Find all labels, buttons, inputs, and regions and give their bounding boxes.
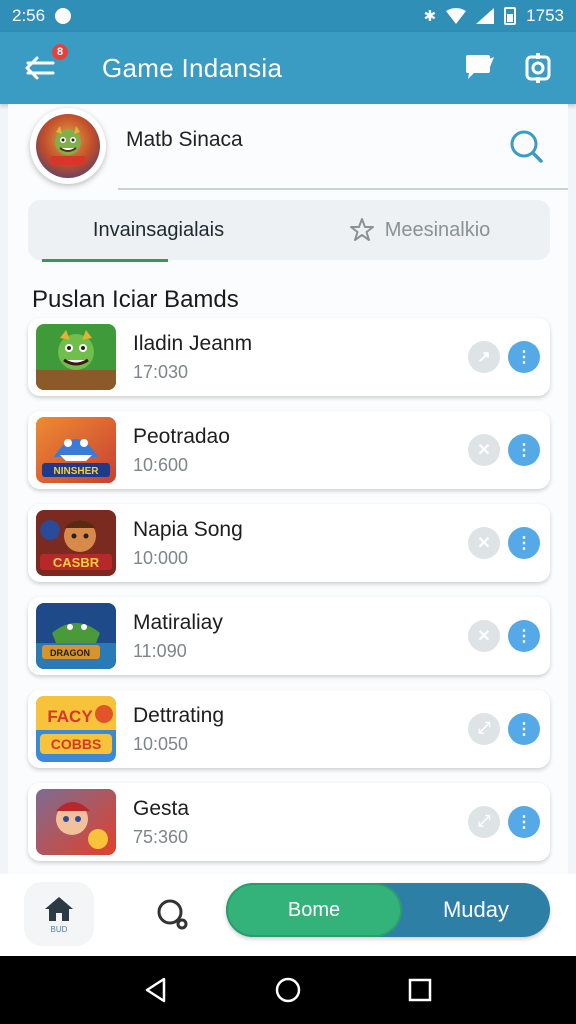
expand-icon: ⤢ [477,720,491,737]
search-icon [157,899,188,930]
game-title: Napia Song [133,517,243,541]
game-subtitle: 11:090 [133,640,187,661]
chat-button[interactable] [464,52,496,84]
system-nav-bar [0,956,576,1024]
tab-primary[interactable]: Invainsagialais [28,200,289,262]
section-title: Puslan Iciar Bamds [32,286,239,313]
status-right-text: 1753 [526,6,564,25]
page-title: Game Indansia [102,52,283,83]
info-icon: ⋮ [516,349,532,366]
game-title: Gesta [133,796,190,820]
tab-secondary[interactable]: Meesinalkio [289,200,550,260]
game-title: Iladin Jeanm [133,331,253,355]
divider [118,188,568,190]
tab-bar: Invainsagialais Meesinalkio [28,200,550,262]
app-bar: 8 Game Indansia [0,32,576,104]
svg-text:FACY: FACY [47,707,93,726]
gear-icon [525,53,551,83]
info-button[interactable]: ⋮ [508,434,540,466]
list-item[interactable]: FACY COBBS Dettrating 10:050 ⤢ ⋮ [28,690,550,768]
battery-icon [504,7,517,25]
game-subtitle: 10:000 [133,547,189,568]
status-bar: 2:56 ✱ 1753 [0,0,576,32]
notification-badge: 8 [50,42,70,62]
info-icon: ⋮ [516,814,532,831]
game-title: Matiraliay [133,610,223,634]
profile-header: Matb Sinaca [8,104,568,192]
close-button[interactable]: ✕ [468,620,500,652]
green-dragon-icon [36,324,116,390]
main-content: Matb Sinaca Invainsagialais Meesinalkio … [8,104,568,876]
bluetooth-icon: ✱ [423,8,437,25]
segment-bome[interactable]: Bome [226,883,402,937]
info-button[interactable]: ⋮ [508,806,540,838]
home-icon [45,896,73,921]
close-icon: ✕ [477,535,491,552]
chat-icon [466,55,494,79]
candy-cobbs-icon: FACY COBBS [36,696,116,762]
game-list: Iladin Jeanm 17:030 ↗ ⋮ NINSHER Peotrada… [28,318,550,876]
game-subtitle: 17:030 [133,361,189,382]
game-subtitle: 10:050 [133,733,189,754]
close-icon: ✕ [477,442,491,459]
list-item[interactable]: DRAGON Matiraliay 11:090 ✕ ⋮ [28,597,550,675]
svg-text:CASBR: CASBR [53,555,100,570]
expand-button[interactable]: ⤢ [468,713,500,745]
expand-icon: ⤢ [477,813,491,830]
expand-button[interactable]: ⤢ [468,806,500,838]
info-icon: ⋮ [516,628,532,645]
svg-text:COBBS: COBBS [51,736,102,752]
back-triangle-icon[interactable] [142,976,170,1004]
wifi-icon [446,8,467,24]
home-circle-icon[interactable] [274,976,302,1004]
info-icon: ⋮ [516,535,532,552]
crocodile-icon: DRAGON [36,603,116,669]
info-button[interactable]: ⋮ [508,527,540,559]
tab-label: Meesinalkio [384,218,491,241]
segment-muday[interactable]: Muday [402,883,550,937]
blue-shark-icon: NINSHER [36,417,116,483]
game-title: Peotradao [133,424,230,448]
status-time: 2:56 [12,6,46,25]
info-button[interactable]: ⋮ [508,713,540,745]
caesar-knight-icon: CASBR [36,510,116,576]
game-subtitle: 75:360 [133,826,189,847]
star-icon [349,218,374,241]
share-button[interactable]: ↗ [468,341,500,373]
hero-boy-icon [36,789,116,855]
search-button[interactable] [504,124,548,168]
svg-text:NINSHER: NINSHER [53,466,99,477]
info-button[interactable]: ⋮ [508,620,540,652]
tab-label: Invainsagialais [92,218,225,241]
list-item[interactable]: CASBR Napia Song 10:000 ✕ ⋮ [28,504,550,582]
list-item[interactable]: Iladin Jeanm 17:030 ↗ ⋮ [28,318,550,396]
info-icon: ⋮ [516,442,532,459]
nav-search[interactable] [150,892,194,936]
game-title: Dettrating [133,703,225,727]
svg-text:DRAGON: DRAGON [50,648,90,658]
search-icon [510,130,543,163]
settings-button[interactable] [522,52,554,84]
signal-icon [476,8,495,24]
info-button[interactable]: ⋮ [508,341,540,373]
info-icon: ⋮ [516,721,532,738]
profile-name: Matb Sinaca [126,128,243,151]
close-icon: ✕ [477,628,491,645]
close-button[interactable]: ✕ [468,434,500,466]
list-item[interactable]: Gesta 75:360 ⤢ ⋮ [28,783,550,861]
nav-home[interactable]: BUD [24,882,94,946]
recents-square-icon[interactable] [406,976,434,1004]
close-button[interactable]: ✕ [468,527,500,559]
back-button[interactable]: 8 [0,32,80,104]
avatar[interactable] [30,108,106,184]
dragon-avatar-icon [50,126,86,165]
game-subtitle: 10:600 [133,454,189,475]
segmented-control: Bome Muday [226,883,550,937]
list-item[interactable]: NINSHER Peotradao 10:600 ✕ ⋮ [28,411,550,489]
notification-icon [55,8,72,24]
nav-home-label: BUD [50,924,68,934]
share-icon: ↗ [477,349,491,366]
bottom-nav: BUD Bome Muday [0,874,576,956]
